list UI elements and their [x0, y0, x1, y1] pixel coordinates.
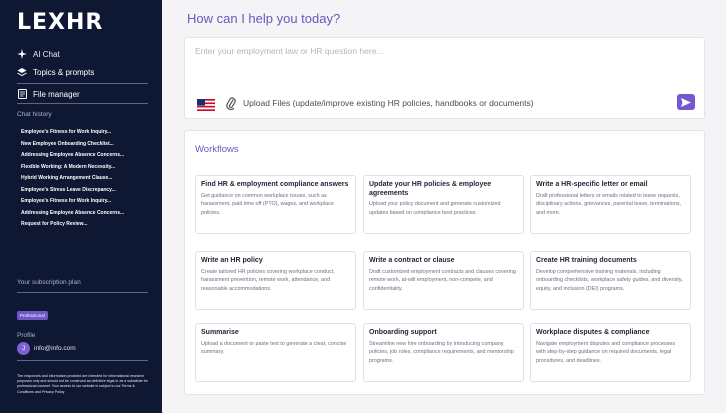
workflow-tile[interactable]: Workplace disputes & compliance Navigate…	[530, 323, 691, 382]
disclaimer: The responses and information provided a…	[17, 374, 148, 394]
send-button[interactable]	[677, 94, 695, 110]
divider	[17, 103, 148, 104]
workflow-description: Upload your policy document and generate…	[369, 201, 501, 216]
workflow-title: Write a HR-specific letter or email	[536, 181, 648, 188]
workflow-tile[interactable]: Write a HR-specific letter or email Draf…	[530, 175, 691, 234]
upload-files-link[interactable]: Upload Files (update/improve existing HR…	[243, 98, 534, 108]
workflows-card: Workflows Find HR & employment complianc…	[184, 130, 705, 395]
workflow-title: Summarise	[201, 329, 239, 336]
workflow-tile[interactable]: Summarise Upload a document or paste tex…	[195, 323, 356, 382]
workflow-title: Find HR & employment compliance answers	[201, 181, 349, 188]
profile-label: Profile	[17, 332, 36, 339]
sidebar: LEXHR AI Chat Topics & prompts File mana…	[0, 0, 162, 413]
nav-topics-label: Topics & prompts	[33, 67, 95, 77]
chat-history-item[interactable]: Hybrid Working Arrangement Clause...	[21, 175, 151, 187]
workflow-title: Workplace disputes & compliance	[536, 329, 650, 336]
chat-history-item[interactable]: Flexible Working: A Modern Necessity...	[21, 164, 151, 176]
subscription-label: Your subscription plan	[17, 279, 81, 286]
send-icon	[681, 97, 691, 107]
plan-badge[interactable]: Professional	[17, 311, 48, 320]
nav-topics[interactable]: Topics & prompts	[17, 67, 94, 77]
workflow-title: Update your HR policies & employee agree…	[369, 181, 492, 197]
page-title: How can I help you today?	[187, 11, 341, 26]
nav-file-manager-label: File manager	[33, 89, 80, 99]
workflows-title: Workflows	[195, 144, 239, 155]
workflow-title: Write a contract or clause	[369, 257, 455, 264]
workflow-description: Streamline new hire onboarding by introd…	[369, 340, 514, 364]
workflow-tile[interactable]: Update your HR policies & employee agree…	[363, 175, 524, 234]
chat-history-list: Employee's Fitness for Work Inquiry... N…	[21, 129, 151, 233]
workflow-tile[interactable]: Create HR training documents Develop com…	[530, 251, 691, 310]
divider	[17, 360, 148, 361]
workflow-description: Upload a document or paste text to gener…	[201, 340, 347, 356]
profile-email: info@info.com	[34, 345, 76, 352]
workflow-description: Develop comprehensive training materials…	[536, 268, 683, 292]
workflow-description: Create tailored HR policies covering wor…	[201, 268, 335, 292]
chat-history-item[interactable]: Employee's Fitness for Work Inquiry...	[21, 129, 151, 141]
profile[interactable]: J info@info.com	[17, 342, 76, 355]
workflow-description: Draft professional letters or emails rel…	[536, 192, 682, 216]
nav-file-manager[interactable]: File manager	[17, 89, 80, 99]
logo: LEXHR	[17, 10, 104, 35]
us-flag-icon[interactable]	[197, 98, 215, 111]
workflow-title: Create HR training documents	[536, 257, 637, 264]
sparkle-icon	[17, 49, 27, 59]
layers-icon	[17, 67, 27, 77]
workflow-tile[interactable]: Find HR & employment compliance answers …	[195, 175, 356, 234]
workflow-tile[interactable]: Write an HR policy Create tailored HR po…	[195, 251, 356, 310]
question-input[interactable]: Enter your employment law or HR question…	[195, 46, 384, 56]
workflow-tile[interactable]: Write a contract or clause Draft customi…	[363, 251, 524, 310]
chat-history-item[interactable]: Request for Policy Review...	[21, 221, 151, 233]
divider	[17, 292, 148, 293]
paperclip-icon[interactable]	[225, 96, 237, 111]
avatar[interactable]: J	[17, 342, 30, 355]
workflow-title: Onboarding support	[369, 329, 437, 336]
workflow-description: Navigate employment disputes and complia…	[536, 340, 676, 364]
chat-history-item[interactable]: Employee's Stress Leave Discrepancy...	[21, 187, 151, 199]
chat-history-item[interactable]: New Employee Onboarding Checklist...	[21, 141, 151, 153]
divider	[17, 83, 148, 84]
chat-history-item[interactable]: Addressing Employee Absence Concerns...	[21, 152, 151, 164]
nav-ai-chat-label: AI Chat	[33, 49, 60, 59]
chat-history-item[interactable]: Employee's Fitness for Work Inquiry...	[21, 198, 151, 210]
workflow-description: Draft customized employment contracts an…	[369, 268, 516, 292]
workflow-description: Get guidance on common workplace issues,…	[201, 192, 334, 216]
document-icon	[17, 89, 27, 99]
chat-history-item[interactable]: Addressing Employee Absence Concerns...	[21, 210, 151, 222]
workflow-tile[interactable]: Onboarding support Streamline new hire o…	[363, 323, 524, 382]
workflow-title: Write an HR policy	[201, 257, 263, 264]
chat-history-label: Chat history	[17, 111, 52, 118]
nav-ai-chat[interactable]: AI Chat	[17, 49, 60, 59]
question-input-card: Enter your employment law or HR question…	[184, 37, 705, 119]
